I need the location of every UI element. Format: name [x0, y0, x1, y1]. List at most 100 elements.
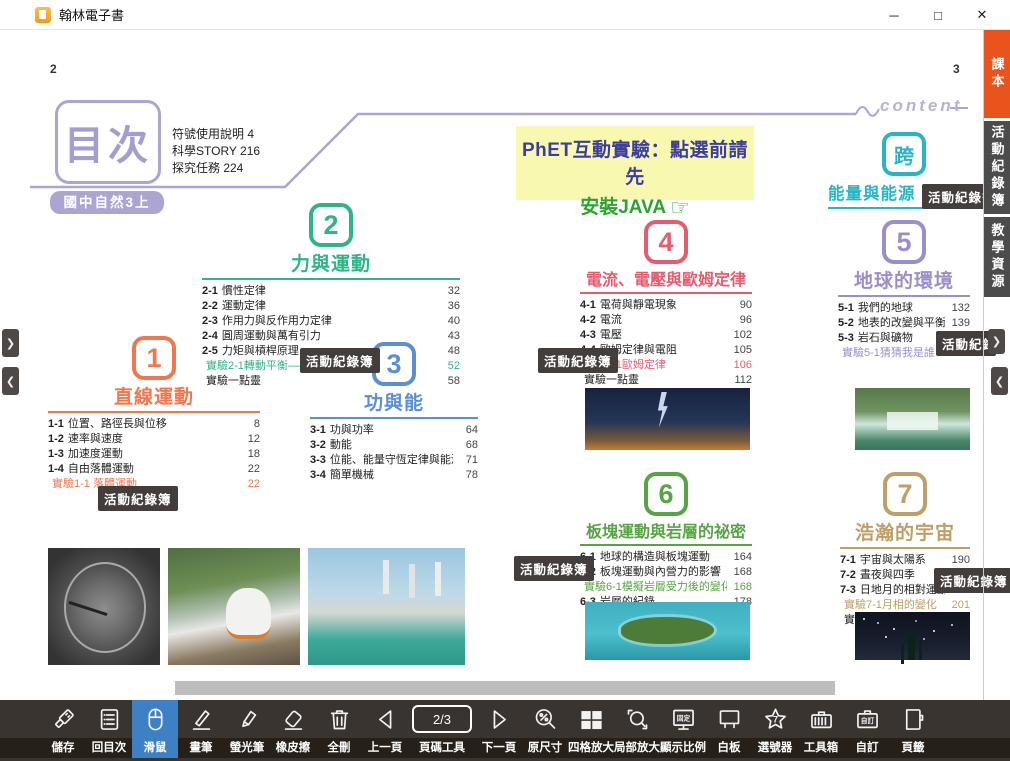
tab-textbook[interactable]: 課本 [984, 30, 1010, 118]
toc-item[interactable]: 7-1宇宙與太陽系190 [840, 553, 970, 568]
chapter-toc-list: 6-1地球的構造與板塊運動1646-2板塊運動與內營力的影響168實驗6-1模擬… [580, 550, 752, 610]
chapter-4-title[interactable]: 電流、電壓與歐姆定律 [580, 266, 752, 290]
toc-item[interactable]: 1-1位置、路徑長與位移8 [48, 417, 260, 432]
chapter-title-rule [48, 411, 260, 413]
chapter-5-icon[interactable]: 5 [882, 220, 926, 264]
content-script-label: content [880, 96, 962, 116]
chapter-2-title[interactable]: 力與運動 [202, 249, 460, 276]
tool-usb-drive[interactable]: 儲存 [40, 700, 86, 758]
chapter-3-title[interactable]: 功與能 [310, 388, 478, 415]
island-aerial-photo [585, 602, 750, 660]
activity-badge-ch7[interactable]: 活動紀錄簿 [934, 568, 1010, 593]
usb-drive-icon [50, 700, 77, 738]
toc-item[interactable]: 3-2動能68 [310, 438, 478, 453]
toolbar-items: 儲存回目次滑鼠畫筆螢光筆橡皮擦全刪上一頁2/3頁碼工具下一頁原尺寸四格放大局部放… [0, 700, 1010, 758]
night-sky-photo [855, 612, 970, 660]
toc-item[interactable]: 2-2運動定律36 [202, 299, 460, 314]
toc-item[interactable]: 1-2速率與速度12 [48, 432, 260, 447]
tool-highlighter[interactable]: 螢光筆 [224, 700, 270, 758]
tool-zoom-percent[interactable]: 原尺寸 [522, 700, 568, 758]
tool-toolbox[interactable]: 工具箱 [798, 700, 844, 758]
tool-label: 上一頁 [368, 738, 403, 758]
cross-section-title[interactable]: 能量與能源 [828, 180, 916, 204]
toc-item[interactable]: 4-2電流96 [580, 313, 752, 328]
tool-custom-box[interactable]: 自訂自訂 [844, 700, 890, 758]
toc-title-box: 目次 [55, 100, 161, 184]
hand-pointer-icon: ☞ [670, 195, 690, 220]
chapter-2-icon[interactable]: 2 [309, 203, 353, 247]
highlighter-icon [234, 700, 261, 738]
chapter-title-rule [310, 417, 478, 419]
activity-badge-ch5[interactable]: 活動紀錄簿 [936, 331, 996, 356]
toc-item[interactable]: 2-1慣性定律32 [202, 284, 460, 299]
toc-item[interactable]: 6-2板塊運動與內營力的影響168 [580, 565, 752, 580]
chapter-4-icon[interactable]: 4 [644, 220, 688, 264]
toc-item[interactable]: 3-1功與功率64 [310, 423, 478, 438]
chapter-1-icon[interactable]: 1 [132, 336, 176, 380]
tool-zoom-area[interactable]: 局部放大 [614, 700, 660, 758]
minimize-button[interactable]: ─ [872, 8, 916, 23]
tool-label: 頁籤 [902, 738, 925, 758]
front-matter-item[interactable]: 科學STORY 216 [172, 143, 260, 160]
activity-badge-ch6[interactable]: 活動紀錄簿 [514, 556, 594, 581]
badge-expand-arrow-icon[interactable]: ❯ [988, 329, 1005, 354]
toc-item[interactable]: 3-3位能、能量守恆定律與能源71 [310, 453, 478, 468]
toc-item[interactable]: 實驗一點靈112 [580, 373, 752, 388]
edge-prev-button-right[interactable]: ❮ [991, 367, 1008, 395]
toc-item[interactable]: 5-1我們的地球132 [838, 301, 970, 316]
tool-eraser[interactable]: 橡皮擦 [270, 700, 316, 758]
tool-grid-4[interactable]: 四格放大 [568, 700, 614, 758]
toc-item[interactable]: 實驗6-1模擬岩層受力後的變化情形168 [580, 580, 752, 595]
toc-item[interactable]: 3-4簡單機械78 [310, 468, 478, 483]
power-plant-photo [308, 548, 465, 665]
svg-text:7: 7 [772, 714, 777, 724]
tool-page-indicator[interactable]: 2/3頁碼工具 [408, 700, 476, 758]
front-matter-item[interactable]: 符號使用說明 4 [172, 126, 260, 143]
chapter-6-icon[interactable]: 6 [644, 472, 688, 516]
tool-star-number[interactable]: 7選號器 [752, 700, 798, 758]
toc-item[interactable]: 6-1地球的構造與板塊運動164 [580, 550, 752, 565]
tool-bookmark-book[interactable]: 頁籤 [890, 700, 936, 758]
chapter-7-icon[interactable]: 7 [883, 472, 927, 516]
toc-item[interactable]: 5-2地表的改變與平衡139 [838, 316, 970, 331]
right-page-number: 3 [953, 62, 960, 76]
close-button[interactable]: ✕ [960, 7, 1004, 23]
tab-activity-book[interactable]: 活動紀錄簿 [984, 121, 1010, 214]
toc-item[interactable]: 1-3加速度運動18 [48, 447, 260, 462]
tool-prev-triangle[interactable]: 上一頁 [362, 700, 408, 758]
next-triangle-icon [486, 700, 513, 738]
toc-item[interactable]: 實驗7-1月相的變化201 [840, 598, 970, 613]
tool-monitor-fixed[interactable]: 固定顯示比例 [660, 700, 706, 758]
window-controls: ─ □ ✕ [872, 0, 1004, 30]
activity-badge-ch1[interactable]: 活動紀錄簿 [98, 486, 178, 511]
zoom-percent-icon [532, 700, 559, 738]
tool-mouse[interactable]: 滑鼠 [132, 700, 178, 758]
horizontal-scrollbar[interactable] [175, 681, 835, 695]
toc-item[interactable]: 4-1電荷與靜電現象90 [580, 298, 752, 313]
toc-item[interactable]: 2-3作用力與反作用力定律40 [202, 314, 460, 329]
cross-section-icon[interactable]: 跨 [882, 132, 926, 176]
chapter-5-title[interactable]: 地球的環境 [838, 266, 970, 293]
waterfall-photo [855, 388, 970, 450]
tool-whiteboard[interactable]: 白板 [706, 700, 752, 758]
book-spread: content 2 3 目次 國中自然3上 符號使用說明 4 科學STORY 2… [0, 30, 1010, 700]
tool-label: 四格放大 [568, 738, 614, 758]
tab-teaching-resources[interactable]: 教學資源 [984, 217, 1010, 297]
activity-badge-ch2[interactable]: 活動紀錄簿 [300, 348, 380, 373]
edge-prev-button-left[interactable]: ❮ [2, 367, 19, 395]
tool-trash[interactable]: 全刪 [316, 700, 362, 758]
install-java-link[interactable]: 安裝JAVA [580, 197, 666, 218]
tool-toc-list[interactable]: 回目次 [86, 700, 132, 758]
maximize-button[interactable]: □ [916, 8, 960, 23]
tool-pen[interactable]: 畫筆 [178, 700, 224, 758]
chapter-7-title[interactable]: 浩瀚的宇宙 [840, 518, 970, 545]
edge-next-button-left[interactable]: ❯ [2, 329, 19, 357]
tool-label: 自訂 [856, 738, 879, 758]
activity-badge-ch4[interactable]: 活動紀錄簿 [538, 348, 618, 373]
chapter-6-title[interactable]: 板塊運動與岩層的祕密 [580, 518, 752, 542]
phet-java-notice: PhET互動實驗：點選前請先 安裝JAVA☞ [516, 126, 754, 200]
tool-next-triangle[interactable]: 下一頁 [476, 700, 522, 758]
front-matter-item[interactable]: 探究任務 224 [172, 160, 260, 177]
toc-item[interactable]: 4-3電壓102 [580, 328, 752, 343]
toc-item[interactable]: 1-4自由落體運動22 [48, 462, 260, 477]
